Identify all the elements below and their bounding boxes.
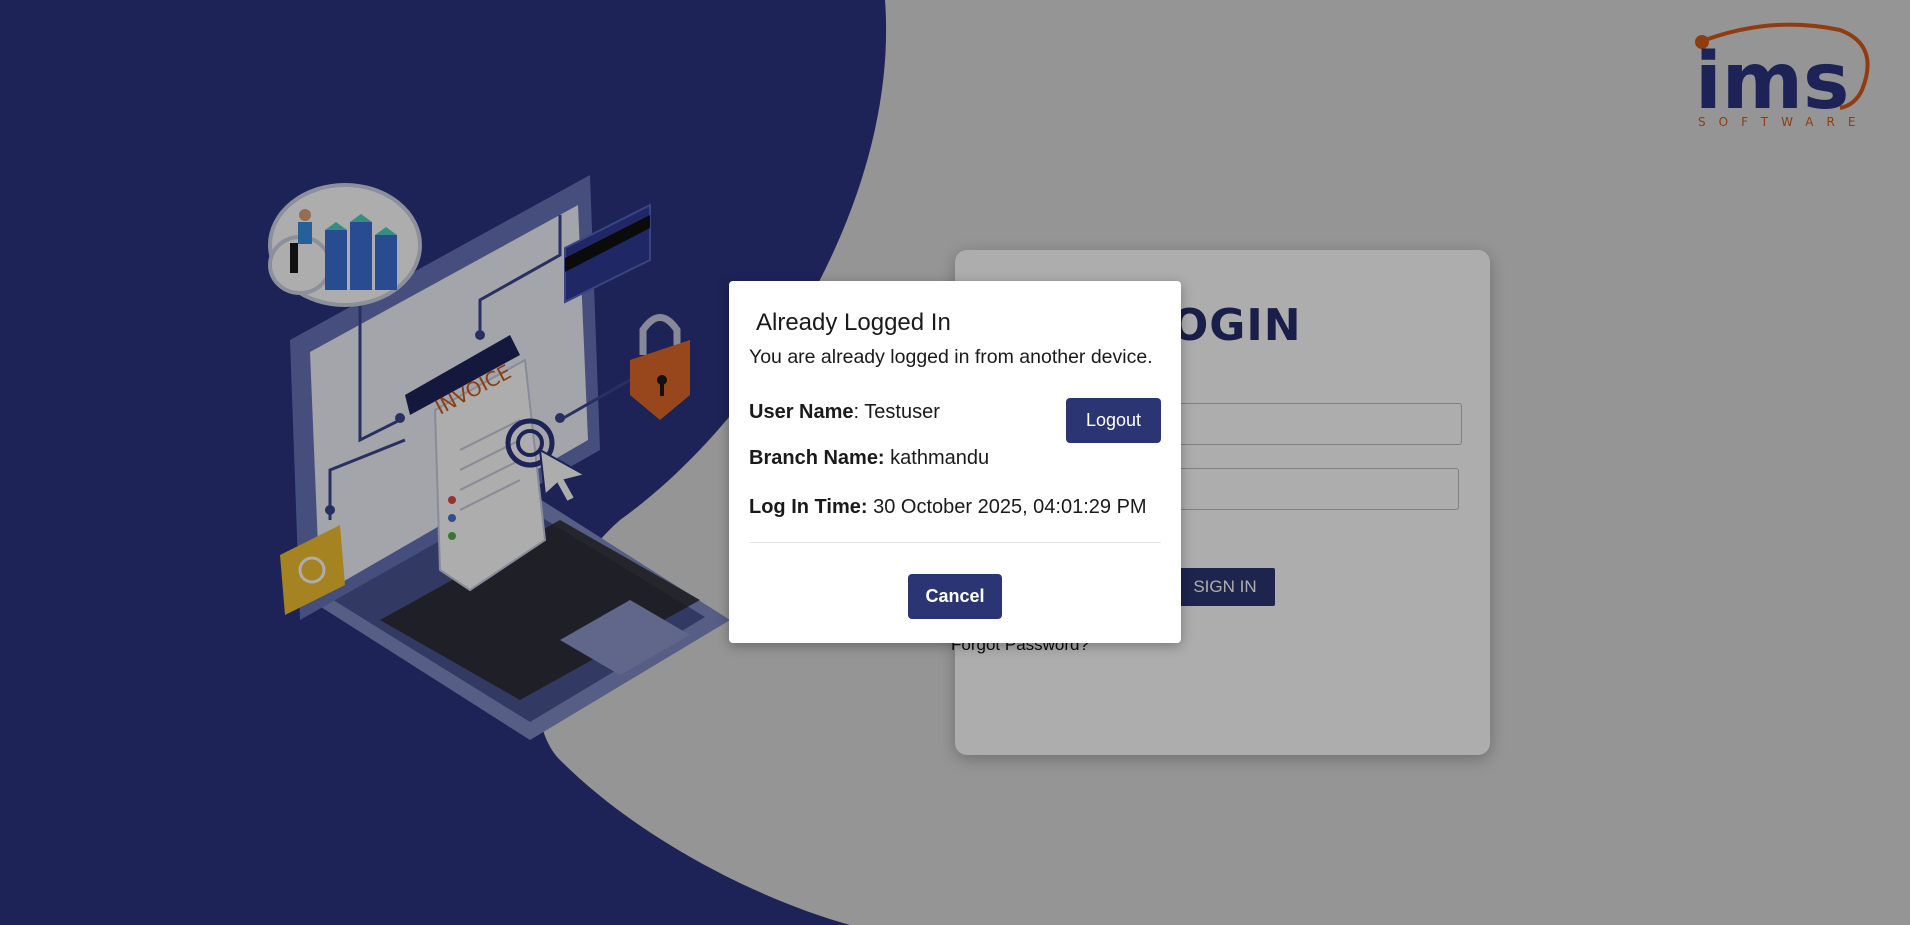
branch-name-label: Branch Name: (749, 447, 885, 469)
login-time-value: 30 October 2025, 04:01:29 PM (873, 496, 1147, 518)
user-name-value: Testuser (864, 401, 940, 423)
branch-name-value: kathmandu (890, 447, 990, 469)
dialog-message: You are already logged in from another d… (749, 346, 1153, 368)
dialog-divider (749, 542, 1161, 543)
branch-name-row: Branch Name: kathmandu (749, 447, 989, 470)
cancel-button[interactable]: Cancel (908, 574, 1002, 619)
login-time-label: Log In Time: (749, 496, 868, 518)
user-name-row: User Name: Testuser (749, 401, 940, 423)
user-name-label: User Name (749, 401, 854, 423)
dialog-title: Already Logged In (756, 309, 951, 336)
login-time-row: Log In Time: 30 October 2025, 04:01:29 P… (749, 496, 1147, 519)
logout-button[interactable]: Logout (1066, 398, 1161, 443)
already-logged-in-dialog: Already Logged In You are already logged… (729, 281, 1181, 643)
